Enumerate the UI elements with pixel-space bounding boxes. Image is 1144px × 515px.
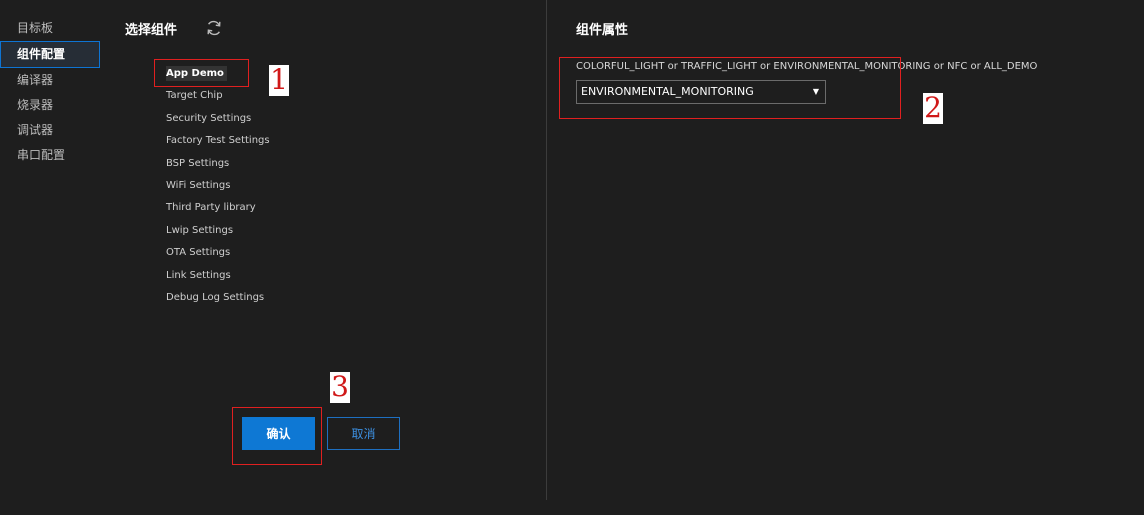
component-list: App Demo Target Chip Security Settings F… xyxy=(160,63,400,309)
component-item-factory-test-settings[interactable]: Factory Test Settings xyxy=(160,130,400,152)
annotation-number-1: 1 xyxy=(269,63,289,96)
sidebar-item-flasher[interactable]: 烧录器 xyxy=(0,93,104,118)
sidebar-item-target-board[interactable]: 目标板 xyxy=(0,16,104,41)
sidebar-nav: 目标板 组件配置 编译器 烧录器 调试器 串口配置 xyxy=(0,16,104,168)
component-item-third-party-library[interactable]: Third Party library xyxy=(160,197,400,219)
component-item-label: Debug Log Settings xyxy=(166,291,265,303)
component-item-label: Factory Test Settings xyxy=(166,135,270,147)
component-item-lwip-settings[interactable]: Lwip Settings xyxy=(160,220,400,242)
component-item-label: Link Settings xyxy=(166,269,231,281)
component-item-wifi-settings[interactable]: WiFi Settings xyxy=(160,175,400,197)
select-component-title: 选择组件 xyxy=(125,23,178,38)
component-item-label: Target Chip xyxy=(166,90,223,102)
annotation-box-2 xyxy=(559,57,901,119)
component-item-link-settings[interactable]: Link Settings xyxy=(160,265,400,287)
component-item-debug-log-settings[interactable]: Debug Log Settings xyxy=(160,287,400,309)
sidebar-item-component-config[interactable]: 组件配置 xyxy=(0,41,100,68)
component-item-security-settings[interactable]: Security Settings xyxy=(160,108,400,130)
component-item-label: Lwip Settings xyxy=(166,224,234,236)
component-item-ota-settings[interactable]: OTA Settings xyxy=(160,242,400,264)
component-item-bsp-settings[interactable]: BSP Settings xyxy=(160,153,400,175)
component-item-label: Third Party library xyxy=(166,202,256,214)
component-item-label: OTA Settings xyxy=(166,247,231,259)
component-item-label: WiFi Settings xyxy=(166,179,231,191)
refresh-icon[interactable] xyxy=(205,19,223,37)
component-item-label: BSP Settings xyxy=(166,157,230,169)
sidebar-item-compiler[interactable]: 编译器 xyxy=(0,68,104,93)
annotation-box-1 xyxy=(154,59,249,87)
annotation-number-2: 2 xyxy=(923,91,943,124)
sidebar-item-serial-config[interactable]: 串口配置 xyxy=(0,143,104,168)
annotation-number-3: 3 xyxy=(330,370,350,403)
cancel-button[interactable]: 取消 xyxy=(327,417,400,450)
component-item-label: Security Settings xyxy=(166,112,252,124)
sidebar-item-debugger[interactable]: 调试器 xyxy=(0,118,104,143)
panel-divider xyxy=(546,0,547,500)
annotation-box-3 xyxy=(232,407,322,465)
component-config-window: 目标板 组件配置 编译器 烧录器 调试器 串口配置 选择组件 App Demo … xyxy=(0,0,1144,515)
component-properties-title: 组件属性 xyxy=(576,23,629,38)
